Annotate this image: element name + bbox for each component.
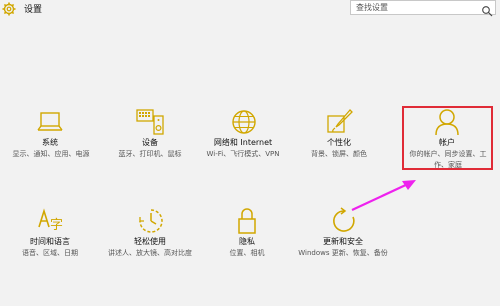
tile-time-language[interactable]: 字 时间和语言 语音、区域、日期 xyxy=(5,206,95,276)
search-icon[interactable] xyxy=(481,2,493,17)
tile-devices[interactable]: 设备 蓝牙、打印机、鼠标 xyxy=(105,107,195,177)
tile-label: 网络和 Internet xyxy=(213,138,273,147)
tile-network[interactable]: 网络和 Internet Wi-Fi、飞行模式、VPN xyxy=(198,107,288,177)
paintbrush-icon xyxy=(327,109,353,133)
search-box[interactable] xyxy=(350,0,496,17)
tile-system[interactable]: 系统 显示、通知、应用、电源 xyxy=(5,107,95,177)
lock-icon xyxy=(238,208,256,234)
tile-label: 系统 xyxy=(42,138,58,147)
gear-icon xyxy=(2,1,16,16)
tile-label: 设备 xyxy=(142,138,158,147)
tile-description: 讲述人、放大镜、高对比度 xyxy=(108,249,192,257)
ease-of-access-icon xyxy=(139,209,163,233)
time-language-icon: 字 xyxy=(38,208,63,233)
annotation-arrow xyxy=(351,180,416,211)
tile-description: 显示、通知、应用、电源 xyxy=(12,150,90,158)
app-title: 设置 xyxy=(24,5,43,15)
tile-ease-of-access[interactable]: 轻松使用 讲述人、放大镜、高对比度 xyxy=(105,206,195,276)
tile-privacy[interactable]: 隐私 位置、相机 xyxy=(202,206,292,276)
highlight-box xyxy=(402,106,493,170)
tile-label: 轻松使用 xyxy=(134,237,166,246)
tile-personalization[interactable]: 个性化 背景、锁屏、颜色 xyxy=(294,107,384,177)
tile-description: 语音、区域、日期 xyxy=(22,249,78,257)
tile-description: 位置、相机 xyxy=(229,249,265,257)
devices-icon xyxy=(136,109,164,135)
tile-description: 背景、锁屏、颜色 xyxy=(311,150,367,158)
tile-description: Windows 更新、恢复、备份 xyxy=(298,249,388,257)
tile-label: 时间和语言 xyxy=(30,237,70,246)
tile-label: 隐私 xyxy=(239,237,255,246)
search-input[interactable] xyxy=(351,1,484,14)
tile-label: 个性化 xyxy=(327,138,351,147)
tile-description: Wi-Fi、飞行模式、VPN xyxy=(206,150,280,158)
tile-update-security[interactable]: 更新和安全 Windows 更新、恢复、备份 xyxy=(298,206,388,276)
tile-label: 更新和安全 xyxy=(323,237,363,246)
tile-description: 蓝牙、打印机、鼠标 xyxy=(118,150,182,158)
laptop-icon xyxy=(37,112,63,131)
globe-icon xyxy=(232,110,256,134)
svg-text:字: 字 xyxy=(50,218,63,233)
